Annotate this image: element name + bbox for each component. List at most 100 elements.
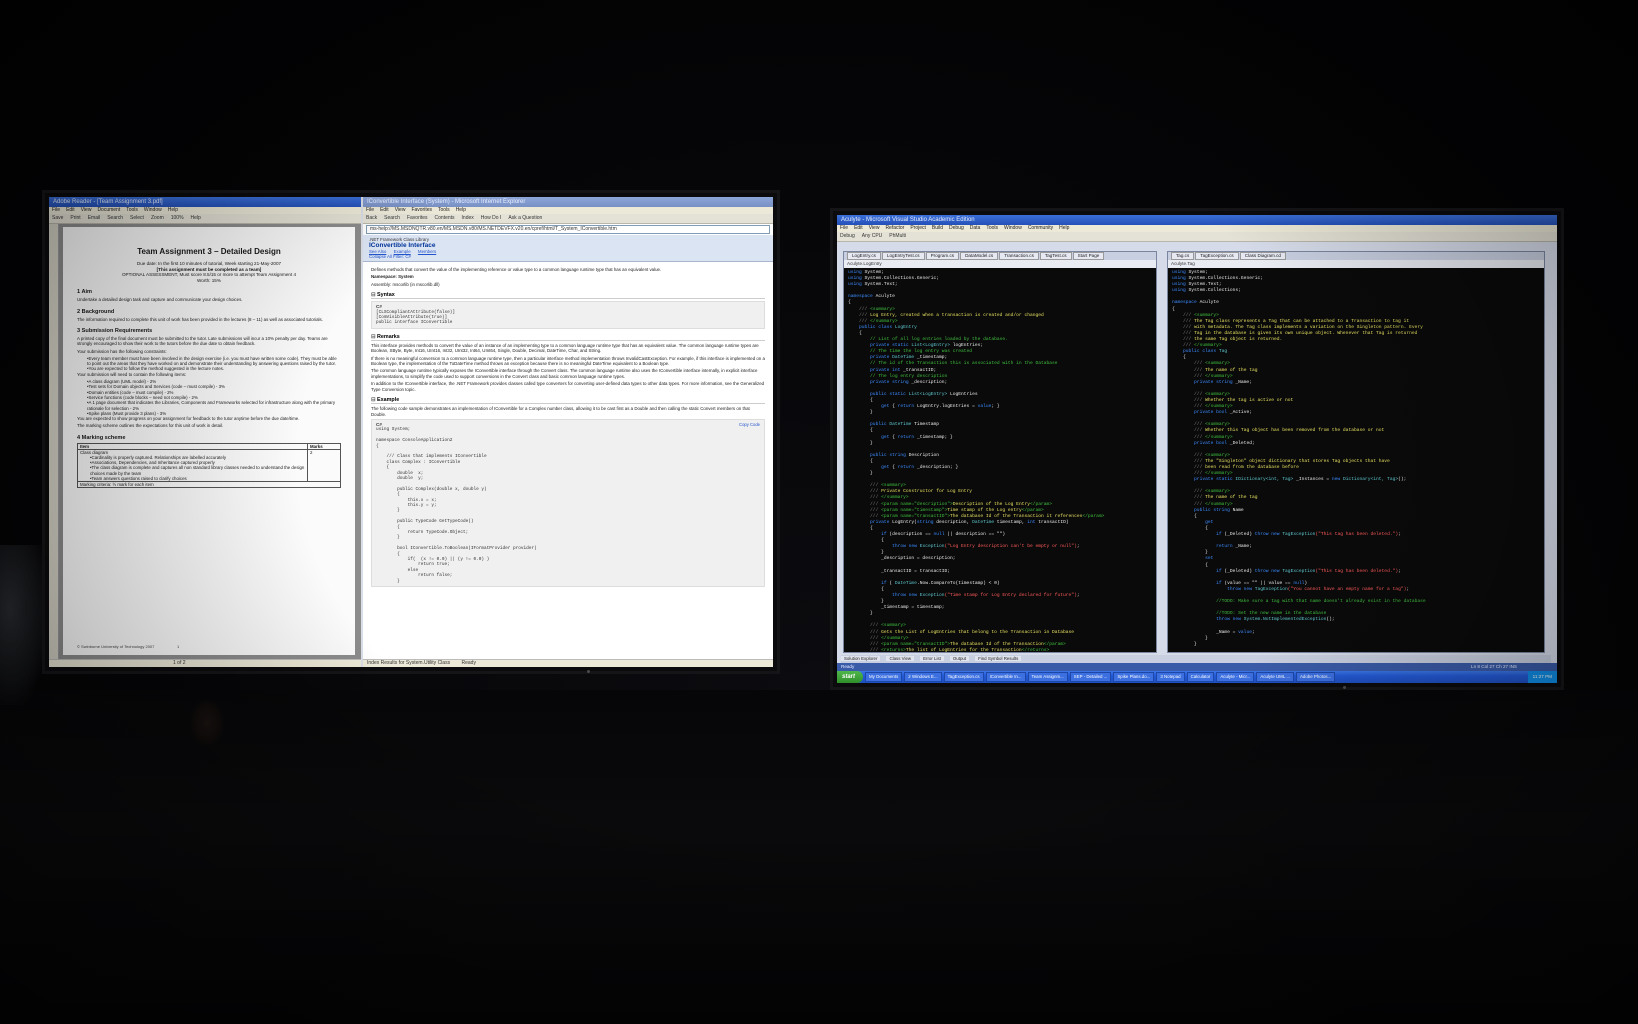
taskbar-button[interactable]: TagException.cs xyxy=(943,672,984,682)
editor-pane-left[interactable]: LogEntry.cs LogEntryTest.cs Program.cs Data… xyxy=(843,251,1157,653)
ie-toolbar-button[interactable]: Back xyxy=(366,215,377,221)
tray-clock[interactable]: 11:27 PM xyxy=(1527,671,1557,683)
reader-menu-item[interactable]: Document xyxy=(97,207,120,213)
ie-toolbar-button[interactable]: Contents xyxy=(435,215,455,221)
editor-tab[interactable]: TagException.cs xyxy=(1195,252,1239,260)
reader-toolbar-button[interactable]: Email xyxy=(88,215,101,221)
reader-toolbar-button[interactable]: Zoom xyxy=(151,215,164,221)
editor-tab[interactable]: LogEntry.cs xyxy=(847,252,881,260)
code-line: } xyxy=(1172,642,1540,648)
ie-menu-item[interactable]: Favorites xyxy=(411,207,432,213)
code-token: get xyxy=(848,465,893,470)
vs-menu-item[interactable]: Build xyxy=(932,225,943,231)
tool-window-tab[interactable]: Output xyxy=(949,656,970,661)
reader-toolbar-button[interactable]: Help xyxy=(191,215,201,221)
ie-menu-item[interactable]: Edit xyxy=(380,207,389,213)
vs-toolbar-control[interactable]: Any CPU xyxy=(862,233,883,239)
taskbar-button[interactable]: Calculator xyxy=(1186,672,1215,682)
reader-menu-item[interactable]: Help xyxy=(168,207,178,213)
vs-menu-item[interactable]: Edit xyxy=(854,225,863,231)
reader-menu-item[interactable]: File xyxy=(52,207,60,213)
ie-titlebar[interactable]: IConvertible Interface (System) - Micros… xyxy=(363,197,773,207)
code-token: /// xyxy=(1172,312,1195,318)
msdn-browser-window[interactable]: IConvertible Interface (System) - Micros… xyxy=(363,197,773,667)
editor-tab[interactable]: Transaction.cs xyxy=(999,252,1039,260)
reader-toolbar-button[interactable]: Select xyxy=(130,215,144,221)
editor-tab[interactable]: Program.cs xyxy=(925,252,960,260)
vs-menu-item[interactable]: Debug xyxy=(949,225,964,231)
reader-navigation-panel[interactable] xyxy=(49,224,59,659)
vs-menu-item[interactable]: Community xyxy=(1028,225,1053,231)
example-heading[interactable]: Example xyxy=(371,397,765,405)
tool-window-tab[interactable]: Class View xyxy=(886,656,915,661)
reader-toolbar-button[interactable]: Search xyxy=(107,215,123,221)
ie-toolbar-button[interactable]: How Do I xyxy=(481,215,502,221)
left-code-editor[interactable]: using System; using System.Collections.Ge… xyxy=(844,268,1156,652)
vs-titlebar[interactable]: Aculyte - Microsoft Visual Studio Academ… xyxy=(837,215,1557,225)
ie-menu-item[interactable]: Tools xyxy=(438,207,450,213)
editor-tab[interactable]: Start Page xyxy=(1072,252,1105,260)
vs-menu-item[interactable]: Refactor xyxy=(885,225,904,231)
vs-menu-item[interactable]: View xyxy=(869,225,880,231)
vs-menu-item[interactable]: File xyxy=(840,225,848,231)
editor-pane-right[interactable]: Tag.cs TagException.cs Class Diagram.cd Ac… xyxy=(1167,251,1545,653)
reader-menu-item[interactable]: Window xyxy=(144,207,162,213)
reader-titlebar[interactable]: Adobe Reader - [Team Assignment 3.pdf] xyxy=(49,197,361,207)
ie-toolbar-button[interactable]: Favorites xyxy=(407,215,428,221)
taskbar-button[interactable]: Spike Plans.do... xyxy=(1113,672,1155,682)
vs-toolbar-control[interactable]: Debug xyxy=(840,233,855,239)
editor-tab[interactable]: Class Diagram.cd xyxy=(1239,252,1286,260)
copy-code-link[interactable]: Copy Code xyxy=(739,422,760,427)
editor-tab[interactable]: DataModel.cs xyxy=(960,252,999,260)
taskbar-button[interactable]: 2 Windows E... xyxy=(904,672,942,682)
adobe-reader-window[interactable]: Adobe Reader - [Team Assignment 3.pdf] F… xyxy=(49,197,361,667)
taskbar-button[interactable]: My Documents xyxy=(865,672,903,682)
reader-toolbar-button[interactable]: Save xyxy=(52,215,63,221)
taskbar-button[interactable]: Adobe Photos... xyxy=(1296,672,1336,682)
reader-menu-item[interactable]: View xyxy=(81,207,92,213)
ie-toolbar-button[interactable]: Ask a Question xyxy=(508,215,542,221)
code-token: _timestamp; xyxy=(914,355,948,361)
left-type-dropdown[interactable]: Aculyte.LogEntry xyxy=(844,260,1156,268)
vs-menu-item[interactable]: Help xyxy=(1059,225,1069,231)
taskbar-button[interactable]: Aculyte - Micr... xyxy=(1216,672,1255,682)
tool-window-tab[interactable]: Solution Explorer xyxy=(841,656,881,661)
syntax-heading[interactable]: Syntax xyxy=(371,292,765,300)
right-type-dropdown[interactable]: Aculyte.Tag xyxy=(1168,260,1544,268)
ie-menu-item[interactable]: View xyxy=(395,207,406,213)
taskbar-button[interactable]: 3 Notepad xyxy=(1156,672,1185,682)
code-token: Exception xyxy=(919,592,945,598)
editor-tab[interactable]: Tag.cs xyxy=(1171,252,1195,260)
reader-menu-item[interactable]: Edit xyxy=(66,207,75,213)
taskbar-button[interactable]: IConvertible In... xyxy=(985,672,1026,682)
visual-studio-window[interactable]: Aculyte - Microsoft Visual Studio Academ… xyxy=(837,215,1557,671)
right-code-editor[interactable]: using System; using System.Collections.Ge… xyxy=(1168,268,1544,650)
editor-tab[interactable]: TagTest.cs xyxy=(1039,252,1072,260)
page-indicator[interactable]: 1 of 2 xyxy=(173,660,186,666)
vs-toolbar-control[interactable]: PhMulti xyxy=(889,233,906,239)
ie-menu-item[interactable]: File xyxy=(366,207,374,213)
remarks-heading[interactable]: Remarks xyxy=(371,334,765,341)
filter-links[interactable]: Collapse All Filter: C# xyxy=(369,254,767,259)
ie-address-bar[interactable]: ms-help://MS.MSDNQTR.v80.en/MS.MSDN.v80/… xyxy=(366,225,770,234)
reader-menu-item[interactable]: Tools xyxy=(126,207,138,213)
taskbar-button[interactable]: SEP - Detailed ... xyxy=(1069,672,1112,682)
vs-menu-item[interactable]: Tools xyxy=(986,225,998,231)
link-members[interactable]: Members xyxy=(418,249,436,254)
code-token: DateTime xyxy=(892,355,915,361)
reader-toolbar-button[interactable]: Print xyxy=(70,215,80,221)
vs-menu-item[interactable]: Project xyxy=(910,225,926,231)
ie-toolbar-button[interactable]: Index xyxy=(462,215,474,221)
tool-window-tab[interactable]: Find Symbol Results xyxy=(975,656,1022,661)
ie-menu-item[interactable]: Help xyxy=(456,207,466,213)
ie-toolbar-button[interactable]: Search xyxy=(384,215,400,221)
start-button[interactable]: start xyxy=(837,671,864,683)
tool-window-tab[interactable]: Error List xyxy=(920,656,944,661)
taskbar-button[interactable]: Aculyte UML ... xyxy=(1256,672,1294,682)
vs-menu-item[interactable]: Data xyxy=(970,225,981,231)
taskbar-button[interactable]: Team Assignm... xyxy=(1027,672,1068,682)
vs-menu-item[interactable]: Window xyxy=(1004,225,1022,231)
reader-toolbar-button[interactable]: 100% xyxy=(171,215,184,221)
editor-tab[interactable]: LogEntryTest.cs xyxy=(881,252,925,260)
code-token: { xyxy=(1172,562,1208,568)
